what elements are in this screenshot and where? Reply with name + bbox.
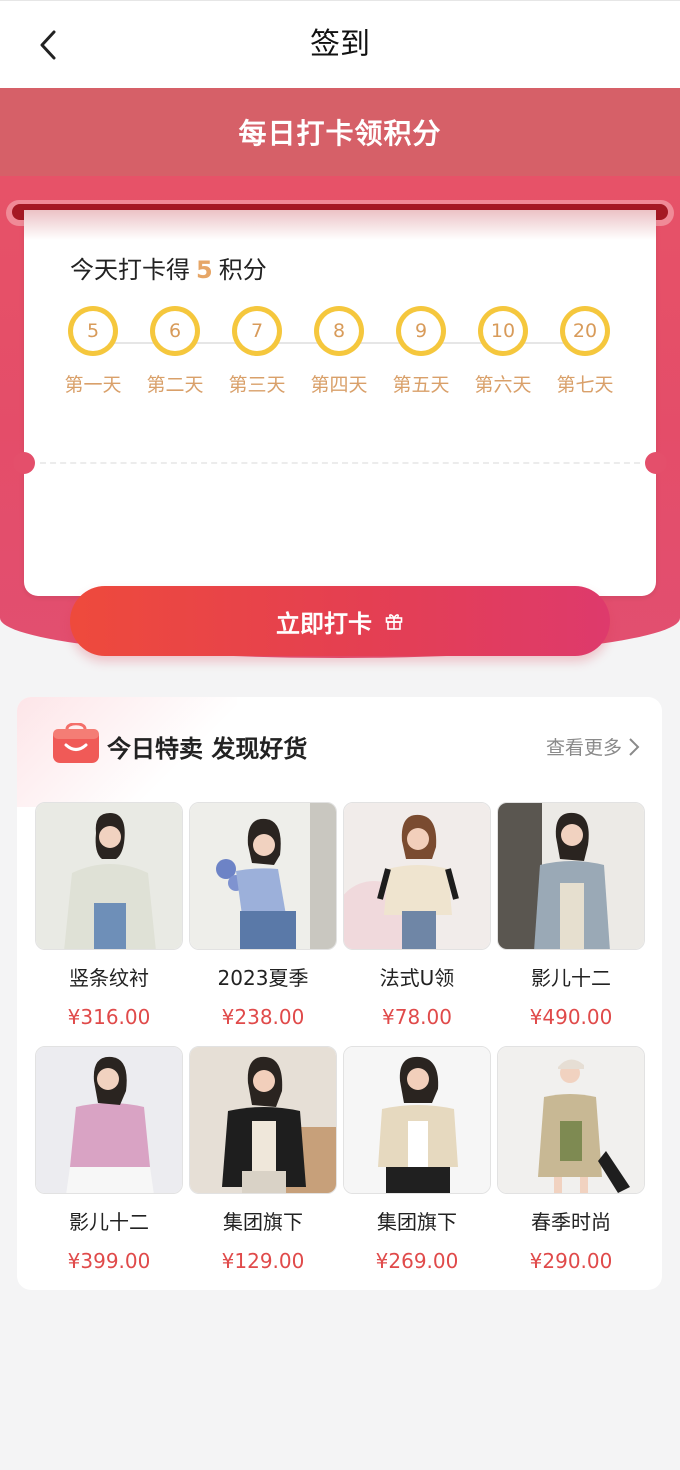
deals-title: 今日特卖 发现好货 (107, 735, 308, 763)
product-name: 法式U领 (379, 966, 455, 990)
product-price: ¥290.00 (529, 1249, 613, 1273)
coin-icon: 6 (150, 306, 200, 356)
product-image (343, 1046, 491, 1194)
deals-header: 今日特卖 发现好货 查看更多 (17, 697, 662, 797)
product-price: ¥269.00 (375, 1249, 459, 1273)
product-card[interactable]: 影儿十二 ¥399.00 (35, 1046, 183, 1290)
product-price: ¥490.00 (529, 1005, 613, 1029)
day-step-7: 20 第七天 (544, 306, 626, 397)
chevron-right-icon (629, 737, 640, 756)
product-price: ¥238.00 (221, 1005, 305, 1029)
product-price: ¥316.00 (67, 1005, 151, 1029)
day-step-4: 8 第四天 (298, 306, 380, 397)
product-name: 春季时尚 (531, 1210, 611, 1234)
hero-banner-title: 每日打卡领积分 (238, 117, 442, 150)
product-price: ¥129.00 (221, 1249, 305, 1273)
nav-bar: 签到 (0, 0, 680, 88)
product-card[interactable]: 集团旗下 ¥129.00 (189, 1046, 337, 1290)
product-image (189, 802, 337, 950)
product-image (189, 1046, 337, 1194)
view-more-link[interactable]: 查看更多 (546, 733, 640, 760)
product-card[interactable]: 集团旗下 ¥269.00 (343, 1046, 491, 1290)
coin-icon: 7 (232, 306, 282, 356)
product-image (343, 802, 491, 950)
checkin-steps: 5 第一天 6 第二天 7 第三天 8 第四天 9 第五天 10 第六天 20 … (24, 306, 656, 416)
product-image (35, 802, 183, 950)
checkin-button-label: 立即打卡 (276, 609, 372, 638)
product-image (497, 1046, 645, 1194)
day-step-2: 6 第二天 (134, 306, 216, 397)
day-step-6: 10 第六天 (462, 306, 544, 397)
checkin-card: 今天打卡得 5 积分 5 第一天 6 第二天 7 第三天 8 第四天 9 第五天… (13, 210, 667, 656)
divider (40, 462, 640, 464)
product-image (35, 1046, 183, 1194)
product-card[interactable]: 竖条纹衬 ¥316.00 (35, 802, 183, 1046)
product-price: ¥78.00 (382, 1005, 452, 1029)
product-card[interactable]: 春季时尚 ¥290.00 (497, 1046, 645, 1290)
product-name: 2023夏季 (217, 966, 309, 990)
product-price: ¥399.00 (67, 1249, 151, 1273)
product-image (497, 802, 645, 950)
product-name: 影儿十二 (531, 966, 611, 990)
product-name: 竖条纹衬 (69, 966, 149, 990)
product-name: 集团旗下 (223, 1210, 303, 1234)
gift-icon (385, 614, 403, 630)
today-points-text: 今天打卡得 5 积分 (70, 256, 267, 284)
product-card[interactable]: 影儿十二 ¥490.00 (497, 802, 645, 1046)
coin-icon: 10 (478, 306, 528, 356)
checkin-button[interactable]: 立即打卡 (70, 586, 610, 656)
coin-icon: 5 (68, 306, 118, 356)
day-step-1: 5 第一天 (52, 306, 134, 397)
coin-icon: 8 (314, 306, 364, 356)
product-card[interactable]: 2023夏季 ¥238.00 (189, 802, 337, 1046)
deals-panel: 今日特卖 发现好货 查看更多 竖条纹衬 ¥316.00 2023夏季 ¥238.… (17, 697, 662, 1290)
day-step-3: 7 第三天 (216, 306, 298, 397)
today-points-value: 5 (196, 256, 213, 284)
product-name: 集团旗下 (377, 1210, 457, 1234)
coin-icon: 9 (396, 306, 446, 356)
page-title: 签到 (310, 27, 370, 62)
product-card[interactable]: 法式U领 ¥78.00 (343, 802, 491, 1046)
coin-icon: 20 (560, 306, 610, 356)
shopping-bag-icon (53, 723, 99, 763)
product-name: 影儿十二 (69, 1210, 149, 1234)
product-grid: 竖条纹衬 ¥316.00 2023夏季 ¥238.00 法式U领 ¥78.00 … (35, 802, 647, 1290)
checkin-hero: 每日打卡领积分 今天打卡得 5 积分 5 第一天 6 第二天 7 第三天 8 第… (0, 88, 680, 658)
hero-banner: 每日打卡领积分 (0, 88, 680, 176)
day-step-5: 9 第五天 (380, 306, 462, 397)
